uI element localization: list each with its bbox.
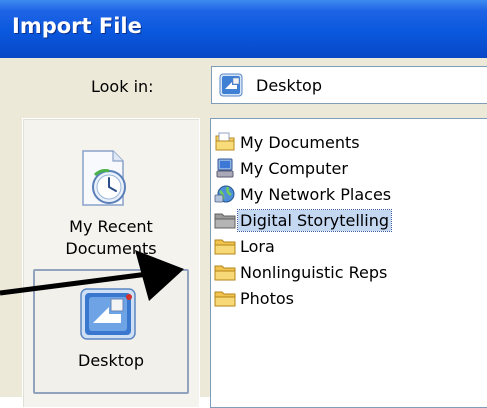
import-file-dialog: Import File Look in: Desktop My Recent D… [0,0,487,408]
annotation-arrow [0,250,184,301]
